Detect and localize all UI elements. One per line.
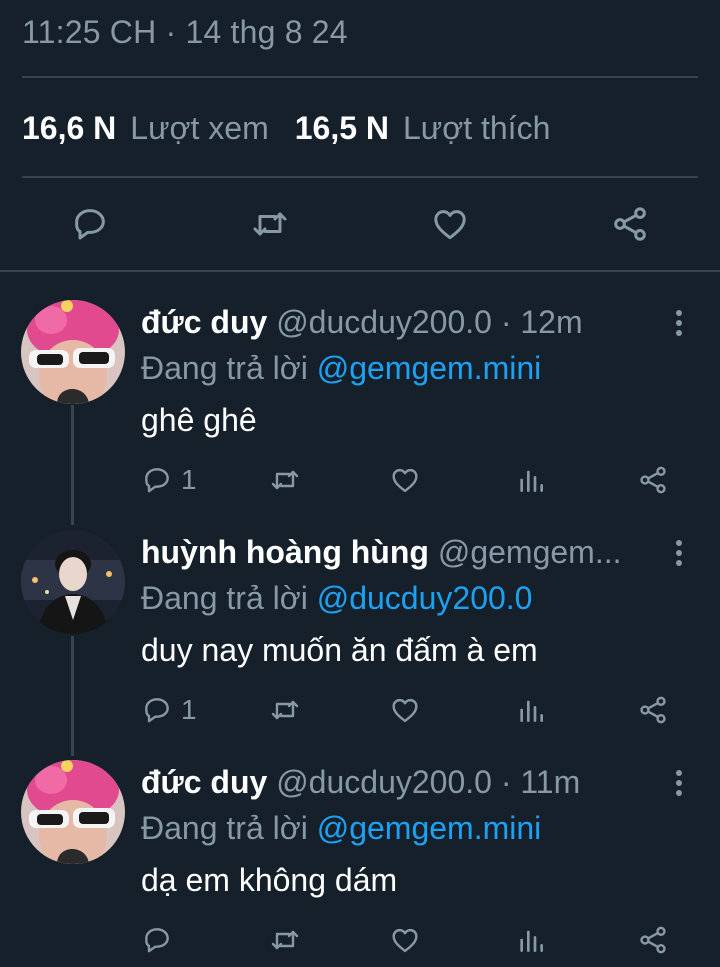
share-icon: [637, 924, 669, 956]
reply-icon: [141, 694, 173, 726]
reply-header: đức duy @ducduy200.0 · 12m: [141, 300, 660, 344]
replying-prefix: Đang trả lời: [141, 350, 308, 386]
mention-link[interactable]: @gemgem.mini: [317, 810, 542, 846]
share-icon: [637, 694, 669, 726]
stats-icon: [515, 924, 547, 956]
display-name[interactable]: huỳnh hoàng hùng: [141, 534, 429, 570]
tweet-stats: 16,6 N Lượt xem 16,5 N Lượt thích: [22, 110, 550, 147]
divider: [22, 176, 698, 178]
reply-text: dạ em không dám: [141, 862, 398, 898]
reply-count: 1: [181, 694, 197, 725]
stats-icon: [515, 464, 547, 496]
reply-header: huỳnh hoàng hùng @gemgem...: [141, 530, 660, 574]
avatar[interactable]: [21, 760, 125, 864]
likes-label[interactable]: Lượt thích: [403, 110, 550, 146]
reply-header: đức duy @ducduy200.0 · 11m: [141, 760, 660, 804]
views-button[interactable]: [515, 460, 547, 500]
replying-to: Đang trả lời @gemgem.mini: [141, 806, 541, 850]
reply-button[interactable]: [64, 198, 116, 250]
replying-to: Đang trả lời @gemgem.mini: [141, 346, 541, 390]
reply-action-bar: 1: [141, 690, 720, 730]
retweet-button[interactable]: [269, 690, 301, 730]
reply-icon: [141, 464, 173, 496]
share-button[interactable]: [637, 690, 669, 730]
views-label[interactable]: Lượt xem: [130, 110, 268, 146]
like-button[interactable]: [389, 690, 421, 730]
reply-icon: [141, 924, 173, 956]
retweet-icon: [269, 464, 301, 496]
share-button[interactable]: [604, 198, 656, 250]
reply-item[interactable]: đức duy @ducduy200.0 · 11m Đang trả lời …: [0, 760, 720, 967]
retweet-button[interactable]: [269, 460, 301, 500]
reply-item[interactable]: huỳnh hoàng hùng @gemgem... Đang trả lời…: [0, 530, 720, 740]
likes-count[interactable]: 16,5 N: [295, 110, 389, 146]
views-button[interactable]: [515, 920, 547, 960]
heart-icon: [430, 204, 470, 244]
like-button[interactable]: [389, 920, 421, 960]
views-count[interactable]: 16,6 N: [22, 110, 116, 146]
share-button[interactable]: [637, 460, 669, 500]
more-options-icon[interactable]: [674, 540, 684, 570]
reply-count: 1: [181, 464, 197, 495]
stats-icon: [515, 694, 547, 726]
retweet-icon: [250, 204, 290, 244]
avatar[interactable]: [21, 300, 125, 404]
display-name[interactable]: đức duy: [141, 304, 267, 340]
reply-item[interactable]: đức duy @ducduy200.0 · 12m Đang trả lời …: [0, 300, 720, 510]
more-options-icon[interactable]: [674, 770, 684, 800]
mention-link[interactable]: @ducduy200.0: [317, 580, 533, 616]
replying-prefix: Đang trả lời: [141, 580, 308, 616]
heart-icon: [389, 464, 421, 496]
handle-time[interactable]: @gemgem...: [438, 534, 622, 570]
handle-time[interactable]: @ducduy200.0 · 11m: [276, 764, 580, 800]
heart-icon: [389, 924, 421, 956]
share-button[interactable]: [637, 920, 669, 960]
divider: [22, 76, 698, 78]
avatar[interactable]: [21, 530, 125, 634]
retweet-icon: [269, 694, 301, 726]
retweet-button[interactable]: [269, 920, 301, 960]
display-name[interactable]: đức duy: [141, 764, 267, 800]
retweet-button[interactable]: [244, 198, 296, 250]
like-button[interactable]: [389, 460, 421, 500]
reply-action-bar: [141, 920, 720, 960]
share-icon: [637, 464, 669, 496]
reply-icon: [70, 204, 110, 244]
tweet-timestamp: 11:25 CH · 14 thg 8 24: [22, 14, 348, 50]
reply-button[interactable]: [141, 920, 181, 960]
replying-prefix: Đang trả lời: [141, 810, 308, 846]
more-options-icon[interactable]: [674, 310, 684, 340]
mention-link[interactable]: @gemgem.mini: [317, 350, 542, 386]
reply-text: ghê ghê: [141, 402, 257, 438]
divider: [0, 270, 720, 272]
like-button[interactable]: [424, 198, 476, 250]
retweet-icon: [269, 924, 301, 956]
views-button[interactable]: [515, 690, 547, 730]
handle-time[interactable]: @ducduy200.0 · 12m: [276, 304, 582, 340]
tweet-action-bar: [0, 198, 720, 250]
reply-action-bar: 1: [141, 460, 720, 500]
share-icon: [610, 204, 650, 244]
heart-icon: [389, 694, 421, 726]
reply-text: duy nay muốn ăn đấm à em: [141, 632, 538, 668]
replying-to: Đang trả lời @ducduy200.0: [141, 576, 532, 620]
reply-button[interactable]: 1: [141, 460, 197, 500]
reply-button[interactable]: 1: [141, 690, 197, 730]
